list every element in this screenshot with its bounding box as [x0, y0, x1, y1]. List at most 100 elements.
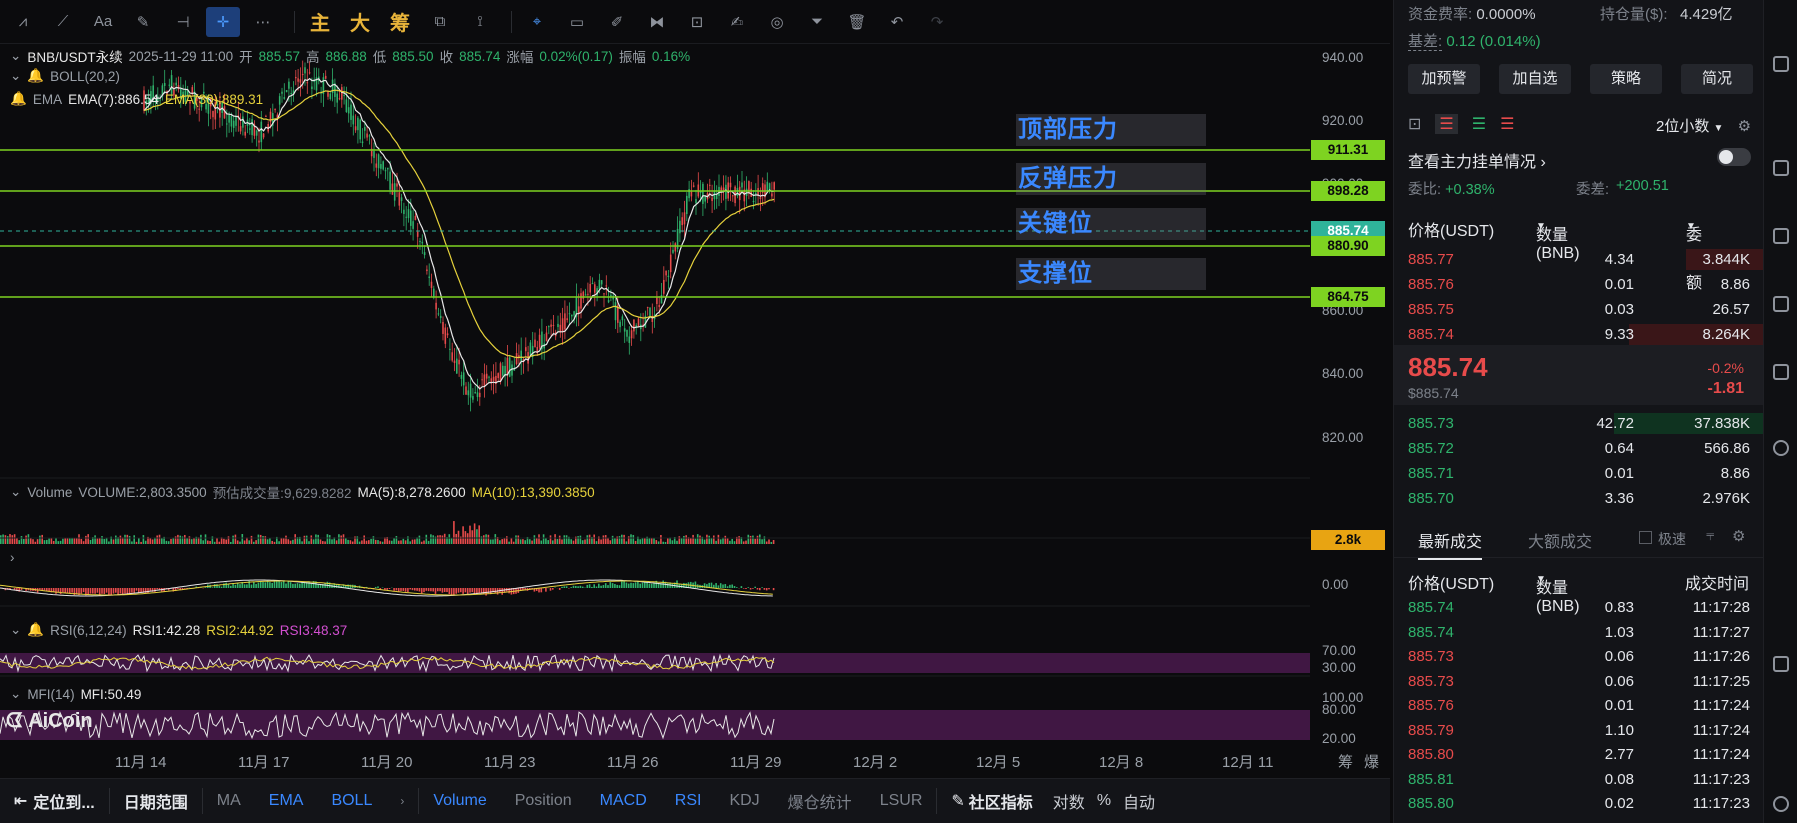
- more-main-icon[interactable]: ›: [386, 794, 418, 808]
- bell-icon[interactable]: 🔔: [27, 68, 44, 84]
- main-orders-link[interactable]: 查看主力挂单情况 ›: [1408, 148, 1749, 172]
- brush-icon[interactable]: ✐: [600, 7, 634, 37]
- sub-indicator-lsur[interactable]: LSUR: [866, 792, 937, 810]
- big-order-button[interactable]: 大: [343, 7, 377, 37]
- annotation-label[interactable]: 顶部压力: [1016, 114, 1206, 146]
- collapse-icon[interactable]: ⌄: [10, 622, 21, 638]
- main-force-button[interactable]: 主: [303, 7, 337, 37]
- candlestick-chart[interactable]: [0, 44, 1310, 784]
- trade-row[interactable]: 885.73 0.06 11:17:25: [1394, 669, 1764, 694]
- locate-button[interactable]: 定位到...: [27, 789, 108, 813]
- window-icon[interactable]: [1773, 364, 1789, 380]
- sub-indicator-kdj[interactable]: KDJ: [715, 792, 773, 810]
- date-range-button[interactable]: 日期范围: [110, 789, 202, 813]
- settings-icon[interactable]: ⚙: [1732, 527, 1745, 545]
- indicator-icon[interactable]: ⩘: [6, 7, 40, 37]
- percent-toggle[interactable]: %: [1091, 792, 1117, 810]
- fast-checkbox[interactable]: [1639, 531, 1652, 544]
- community-icon[interactable]: ✎: [937, 791, 968, 811]
- line-tool-icon[interactable]: ⟋: [46, 7, 80, 37]
- settings-icon[interactable]: ⚙: [1738, 118, 1751, 135]
- main-orders-toggle[interactable]: [1717, 148, 1751, 166]
- trade-row[interactable]: 885.81 0.08 11:17:23: [1394, 767, 1764, 792]
- ruler-icon[interactable]: ▭: [560, 7, 594, 37]
- crosshair-icon[interactable]: ✛: [206, 6, 240, 37]
- collapse-icon[interactable]: ⌄: [10, 68, 21, 84]
- trade-row[interactable]: 885.76 0.01 11:17:24: [1394, 693, 1764, 718]
- news-icon[interactable]: [1773, 228, 1789, 244]
- bell-icon[interactable]: 🔔: [10, 91, 27, 107]
- undo-icon[interactable]: ↶: [880, 7, 914, 37]
- more-icon[interactable]: ⋯: [246, 7, 280, 37]
- overview-button[interactable]: 简况: [1681, 64, 1753, 94]
- view-default-icon[interactable]: ⊡: [1408, 114, 1421, 134]
- ask-row[interactable]: 885.75 0.03 26.57: [1394, 297, 1764, 322]
- pattern-icon[interactable]: ⧓: [640, 7, 674, 37]
- text-tool-icon[interactable]: Aa: [86, 7, 120, 37]
- trade-row[interactable]: 885.80 0.02 11:17:23: [1394, 791, 1764, 816]
- measure-icon[interactable]: ⟟: [463, 7, 497, 37]
- tab-latest-trades[interactable]: 最新成交: [1418, 528, 1483, 560]
- chip-toggle[interactable]: 筹: [1338, 751, 1353, 772]
- trade-row[interactable]: 885.73 0.06 11:17:26: [1394, 644, 1764, 669]
- alert-icon[interactable]: [1773, 440, 1789, 456]
- date-axis[interactable]: 11月 14 11月 17 11月 20 11月 23 11月 26 11月 29 12月 …: [0, 748, 1310, 772]
- community-indicators-button[interactable]: 社区指标: [969, 789, 1047, 813]
- help-icon[interactable]: [1773, 796, 1789, 812]
- view-bids-icon[interactable]: ☰: [1472, 114, 1486, 134]
- sub-indicator-position[interactable]: Position: [501, 792, 586, 810]
- magnet-icon[interactable]: ⌖: [520, 7, 554, 37]
- trade-row[interactable]: 885.74 1.03 11:17:27: [1394, 620, 1764, 645]
- trash-icon[interactable]: 🗑: [840, 7, 874, 37]
- chip-button[interactable]: 筹: [383, 7, 417, 37]
- sub-indicator-liquidation[interactable]: 爆仓统计: [774, 789, 866, 813]
- calendar-icon[interactable]: [1773, 296, 1789, 312]
- bid-row[interactable]: 885.73 42.72 37.838K: [1394, 411, 1764, 436]
- redo-icon[interactable]: ↷: [920, 7, 954, 37]
- tab-large-trades[interactable]: 大额成交: [1528, 528, 1592, 552]
- chart-area[interactable]: ⩘ ⟋ Aa ✎ ⊣ ✛ ⋯ 主 大 筹 ⧉ ⟟ ⌖ ▭ ✐ ⧓ ⊡ ✍ ◎ ⏷…: [0, 0, 1390, 823]
- expand-icon[interactable]: ›: [10, 550, 15, 565]
- view-asks-icon[interactable]: ☰: [1500, 114, 1514, 134]
- filter-icon[interactable]: ⏷: [800, 7, 834, 37]
- edit-icon[interactable]: ✍: [720, 7, 754, 37]
- annotation-label[interactable]: 关键位: [1016, 208, 1206, 240]
- trade-row[interactable]: 885.80 2.77 11:17:24: [1394, 742, 1764, 767]
- sub-indicator-macd[interactable]: MACD: [586, 792, 661, 810]
- sub-indicator-volume[interactable]: Volume: [419, 792, 500, 810]
- log-scale-toggle[interactable]: 对数: [1047, 789, 1091, 813]
- collapse-icon[interactable]: ⌄: [10, 484, 21, 500]
- bid-row[interactable]: 885.72 0.64 566.86: [1394, 436, 1764, 461]
- horizontal-line-icon[interactable]: ⊣: [166, 7, 200, 37]
- pen-tool-icon[interactable]: ✎: [126, 7, 160, 37]
- decimals-select[interactable]: 2位小数 ▼ ⚙: [1656, 115, 1751, 136]
- screenshot-icon[interactable]: ⧉: [423, 7, 457, 37]
- collapse-icon[interactable]: ⌄: [10, 686, 21, 702]
- add-alert-button[interactable]: 加预警: [1408, 64, 1480, 94]
- lock-icon[interactable]: ⊡: [680, 7, 714, 37]
- ask-row[interactable]: 885.74 9.33 8.264K: [1394, 322, 1764, 347]
- main-indicator-ema[interactable]: EMA: [255, 792, 318, 810]
- ask-row[interactable]: 885.77 4.34 3.844K: [1394, 247, 1764, 272]
- main-indicator-boll[interactable]: BOLL: [317, 792, 386, 810]
- eye-icon[interactable]: ◎: [760, 7, 794, 37]
- ask-row[interactable]: 885.76 0.01 8.86: [1394, 272, 1764, 297]
- add-watchlist-button[interactable]: 加自选: [1499, 64, 1571, 94]
- collapse-icon[interactable]: ⌄: [10, 48, 21, 64]
- auto-scale-toggle[interactable]: 自动: [1117, 789, 1161, 813]
- locate-icon[interactable]: ⇤: [0, 791, 27, 811]
- chat-icon[interactable]: [1773, 160, 1789, 176]
- filter-icon[interactable]: ⫧: [1706, 527, 1714, 544]
- annotation-label[interactable]: 反弹压力: [1016, 163, 1206, 195]
- building-icon[interactable]: [1773, 656, 1789, 672]
- view-both-icon[interactable]: ☰: [1435, 114, 1458, 134]
- annotation-label[interactable]: 支撑位: [1016, 258, 1206, 290]
- main-indicator-ma[interactable]: MA: [203, 792, 255, 810]
- bid-row[interactable]: 885.71 0.01 8.86: [1394, 461, 1764, 486]
- trade-row[interactable]: 885.74 0.83 11:17:28: [1394, 595, 1764, 620]
- liquidation-toggle[interactable]: 爆: [1364, 751, 1379, 772]
- bell-icon[interactable]: 🔔: [27, 622, 44, 638]
- bid-row[interactable]: 885.70 3.36 2.976K: [1394, 486, 1764, 511]
- trade-row[interactable]: 885.79 1.10 11:17:24: [1394, 718, 1764, 743]
- strategy-button[interactable]: 策略: [1590, 64, 1662, 94]
